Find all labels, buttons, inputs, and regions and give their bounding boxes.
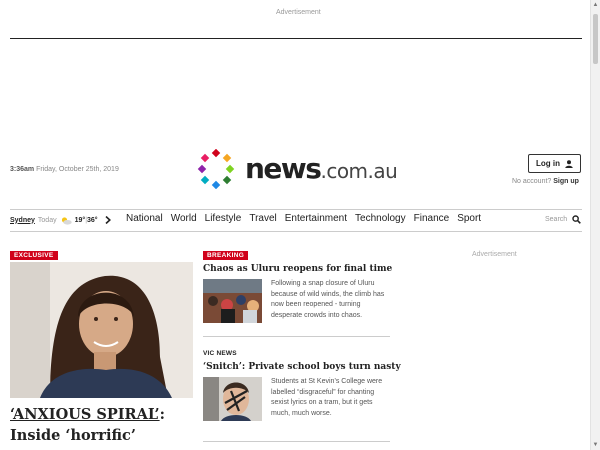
nav-item-sport[interactable]: Sport bbox=[457, 213, 481, 224]
story-title-snitch[interactable]: ‘Snitch’: Private school boys turn nasty bbox=[203, 362, 401, 372]
scrollbar[interactable]: ▲ ▼ bbox=[590, 0, 600, 450]
ad-label-side: Advertisement bbox=[472, 251, 517, 258]
current-date: Friday, October 25th, 2019 bbox=[36, 166, 119, 173]
story-divider-1 bbox=[203, 336, 390, 337]
weather-city[interactable]: Sydney bbox=[10, 217, 35, 224]
story-desc-uluru: Following a snap closure of Uluru becaus… bbox=[271, 280, 385, 319]
chevron-right-icon[interactable] bbox=[105, 216, 111, 224]
signup-prompt: No account? Sign up bbox=[512, 178, 579, 185]
no-account-text: No account? bbox=[512, 178, 552, 185]
nav-item-travel[interactable]: Travel bbox=[249, 213, 276, 224]
weather-high: 36° bbox=[87, 216, 98, 224]
story-divider-2 bbox=[203, 441, 390, 442]
hero-title-quote: ‘ANXIOUS SPIRAL’ bbox=[10, 406, 160, 423]
divider-top bbox=[10, 38, 582, 39]
user-icon bbox=[565, 159, 573, 168]
logo-dots-icon[interactable] bbox=[196, 149, 236, 189]
logo-news-text: news bbox=[245, 152, 322, 185]
story-tag-breaking: BREAKING bbox=[203, 251, 249, 260]
weather-widget[interactable]: Sydney Today 19°|36° bbox=[10, 214, 111, 226]
current-time: 3:36am bbox=[10, 166, 35, 173]
nav-item-finance[interactable]: Finance bbox=[414, 213, 450, 224]
ad-label-top: Advertisement bbox=[276, 9, 321, 16]
search-label: Search bbox=[545, 216, 568, 223]
signup-link[interactable]: Sign up bbox=[553, 178, 579, 185]
nav-item-lifestyle[interactable]: Lifestyle bbox=[205, 213, 242, 224]
scroll-up-icon[interactable]: ▲ bbox=[592, 1, 599, 9]
uluru-photo bbox=[203, 279, 262, 323]
snitch-photo bbox=[203, 377, 262, 421]
main-nav: National World Lifestyle Travel Entertai… bbox=[126, 213, 489, 224]
story-thumb-snitch[interactable] bbox=[203, 377, 262, 421]
login-button[interactable]: Log in bbox=[528, 154, 581, 173]
hero-photo bbox=[10, 262, 193, 398]
story-desc-snitch: Students at St Kevin’s College were labe… bbox=[271, 378, 383, 417]
story-thumb-uluru[interactable] bbox=[203, 279, 262, 323]
hero-image[interactable] bbox=[10, 262, 193, 398]
sun-cloud-icon bbox=[61, 216, 72, 225]
story-section-vic-news[interactable]: VIC NEWS bbox=[203, 350, 237, 357]
site-logo[interactable]: news.com.au bbox=[245, 152, 398, 185]
datestamp: 3:36am Friday, October 25th, 2019 bbox=[10, 166, 119, 173]
logo-domain-text: .com.au bbox=[320, 159, 398, 183]
nav-divider-bottom bbox=[10, 231, 582, 232]
nav-item-technology[interactable]: Technology bbox=[355, 213, 406, 224]
scroll-down-icon[interactable]: ▼ bbox=[592, 441, 599, 449]
hero-title[interactable]: ‘ANXIOUS SPIRAL’: Inside ‘horrific’ bbox=[10, 404, 200, 446]
nav-item-national[interactable]: National bbox=[126, 213, 163, 224]
nav-divider-top bbox=[10, 209, 582, 210]
nav-item-entertainment[interactable]: Entertainment bbox=[285, 213, 347, 224]
nav-item-world[interactable]: World bbox=[171, 213, 197, 224]
search-button[interactable]: Search bbox=[545, 215, 582, 224]
weather-day: Today bbox=[37, 216, 57, 224]
scroll-thumb[interactable] bbox=[593, 14, 598, 64]
search-icon bbox=[572, 215, 582, 224]
weather-low: 19° bbox=[74, 216, 86, 224]
login-label: Log in bbox=[536, 159, 560, 168]
story-title-uluru[interactable]: Chaos as Uluru reopens for final time bbox=[203, 264, 392, 274]
hero-tag: EXCLUSIVE bbox=[10, 251, 58, 260]
